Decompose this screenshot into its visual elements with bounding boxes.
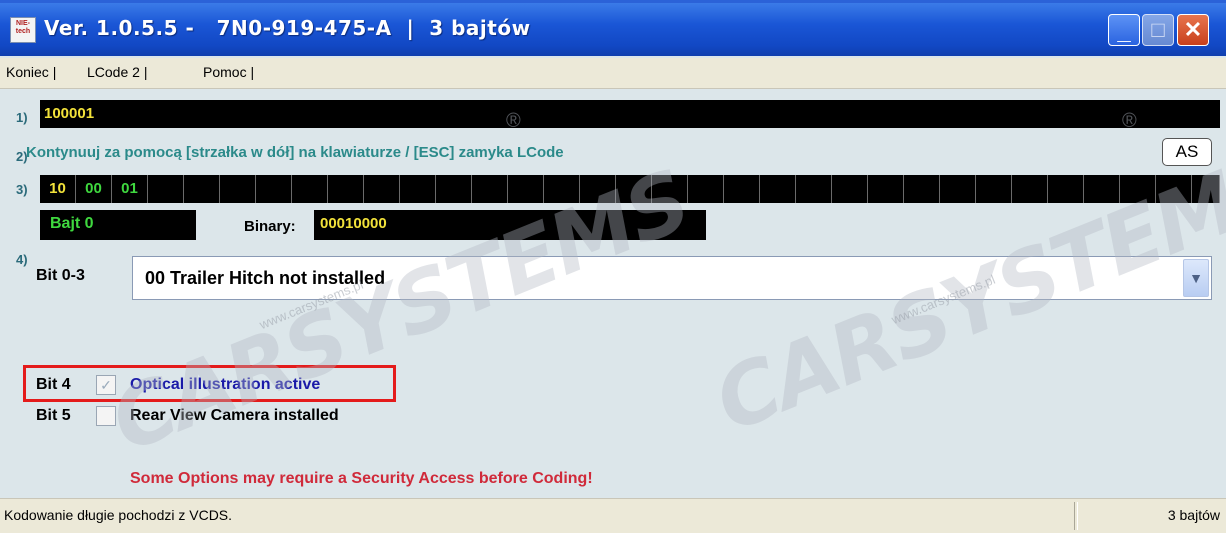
menu-bar: Koniec | LCode 2 | Pomoc | [0,58,1226,89]
binary-value-box: 00010000 [314,210,706,240]
main-content: 1) 100001 2) Kontynuuj za pomocą [strzał… [8,92,1226,496]
byte-cell-empty[interactable] [724,175,760,203]
byte-cell-empty[interactable] [256,175,292,203]
byte-cell-empty[interactable] [400,175,436,203]
bit-range-label: Bit 0-3 [36,267,85,284]
window-title: Ver. 1.0.5.5 - 7N0-919-475-A | 3 bajtów [44,16,531,40]
coding-value-field[interactable]: 100001 [40,100,1220,128]
status-message: Kodowanie długie pochodzi z VCDS. [4,507,233,523]
byte-cell-empty[interactable] [148,175,184,203]
binary-label: Binary: [244,218,296,235]
close-icon: ✕ [1183,17,1203,42]
byte-cell-empty[interactable] [580,175,616,203]
byte-cell-empty[interactable] [1192,175,1220,203]
app-icon: NIE-tech [10,17,36,43]
binary-value: 00010000 [320,215,387,232]
byte-cell-empty[interactable] [1120,175,1156,203]
lcode-window: NIE-tech Ver. 1.0.5.5 - 7N0-919-475-A | … [0,0,1226,533]
minimize-button[interactable]: _ [1108,14,1140,46]
byte-cell-empty[interactable] [364,175,400,203]
byte-cell-empty[interactable] [940,175,976,203]
bit-5-label: Bit 5 [36,407,71,424]
byte-label-box: Bajt 0 [40,210,196,240]
byte-cell-empty[interactable] [472,175,508,203]
maximize-button[interactable]: □ [1142,14,1174,46]
coding-value: 100001 [44,105,95,122]
byte-cell-empty[interactable] [688,175,724,203]
byte-cell-empty[interactable] [832,175,868,203]
byte-cell-empty[interactable] [1156,175,1192,203]
highlight-box [23,365,396,402]
security-warning: Some Options may require a Security Acce… [130,470,593,487]
status-bar: Kodowanie długie pochodzi z VCDS. 3 bajt… [0,498,1226,533]
close-button[interactable]: ✕ [1177,14,1209,46]
status-divider [1074,502,1078,530]
menu-item-koniec[interactable]: Koniec | [6,64,56,80]
menu-item-lcode2[interactable]: LCode 2 | [87,64,147,80]
byte-cell-empty[interactable] [652,175,688,203]
bit-5-checkbox[interactable] [96,406,116,426]
byte-cell-empty[interactable] [1048,175,1084,203]
bit-0-3-selected-value: 00 Trailer Hitch not installed [145,268,386,288]
byte-cell-empty[interactable] [436,175,472,203]
as-button[interactable]: AS [1162,138,1212,166]
title-bar[interactable]: NIE-tech Ver. 1.0.5.5 - 7N0-919-475-A | … [0,0,1226,56]
chevron-down-icon: ▼ [1189,270,1203,286]
byte-cell-1[interactable]: 00 [76,175,112,203]
row-number-3: 3) [16,182,28,197]
byte-cell-empty[interactable] [184,175,220,203]
instruction-text: Kontynuuj za pomocą [strzałka w dół] na … [26,144,564,161]
byte-cell-empty[interactable] [508,175,544,203]
byte-cell-empty[interactable] [292,175,328,203]
byte-cell-empty[interactable] [220,175,256,203]
byte-cell-2[interactable]: 01 [112,175,148,203]
row-number-1: 1) [16,110,28,125]
bit-0-3-select[interactable]: 00 Trailer Hitch not installed ▼ [132,256,1212,300]
row-number-4: 4) [16,252,28,267]
byte-cell-empty[interactable] [796,175,832,203]
bit-5-option-text: Rear View Camera installed [130,407,339,424]
status-byte-count: 3 bajtów [1167,507,1220,523]
minimize-icon: _ [1117,18,1131,45]
maximize-icon: □ [1151,17,1165,42]
menu-item-pomoc[interactable]: Pomoc | [203,64,254,80]
byte-cell-empty[interactable] [760,175,796,203]
byte-cell-empty[interactable] [616,175,652,203]
byte-label: Bajt 0 [50,215,94,232]
byte-cell-empty[interactable] [904,175,940,203]
dropdown-button[interactable]: ▼ [1183,259,1209,297]
byte-cell-empty[interactable] [1012,175,1048,203]
byte-cell-empty[interactable] [544,175,580,203]
byte-cell-empty[interactable] [1084,175,1120,203]
byte-cell-empty[interactable] [328,175,364,203]
byte-cell-empty[interactable] [868,175,904,203]
byte-cell-0[interactable]: 10 [40,175,76,203]
byte-cell-empty[interactable] [976,175,1012,203]
